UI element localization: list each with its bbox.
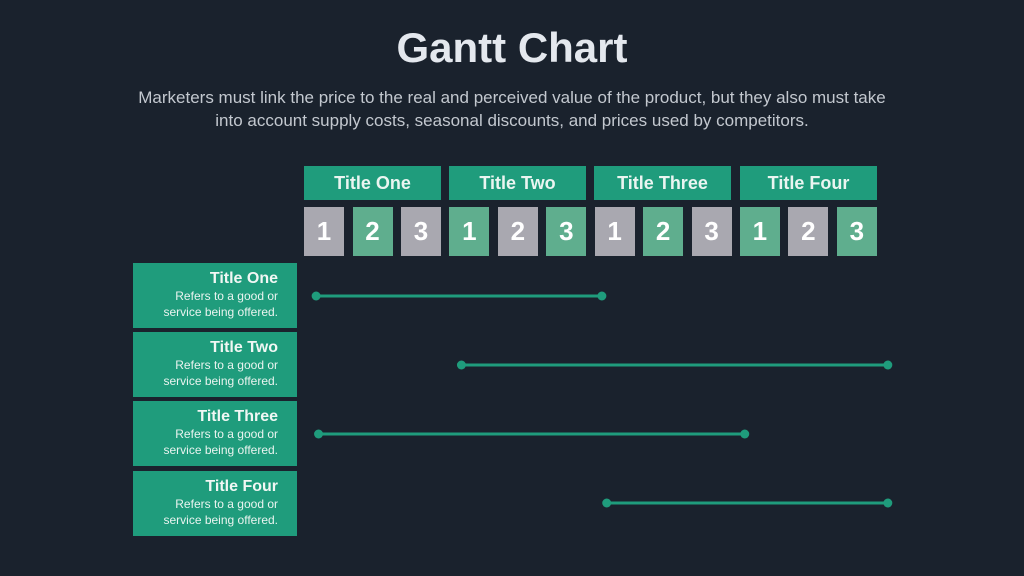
task-start-marker [456,360,466,370]
gantt-bars [311,291,893,508]
task-start-marker [311,291,321,301]
task-end-marker [740,429,750,439]
task-end-marker [883,360,893,370]
task-start-marker [314,429,324,439]
task-start-marker [602,498,612,508]
task-end-marker [883,498,893,508]
task-end-marker [597,291,607,301]
